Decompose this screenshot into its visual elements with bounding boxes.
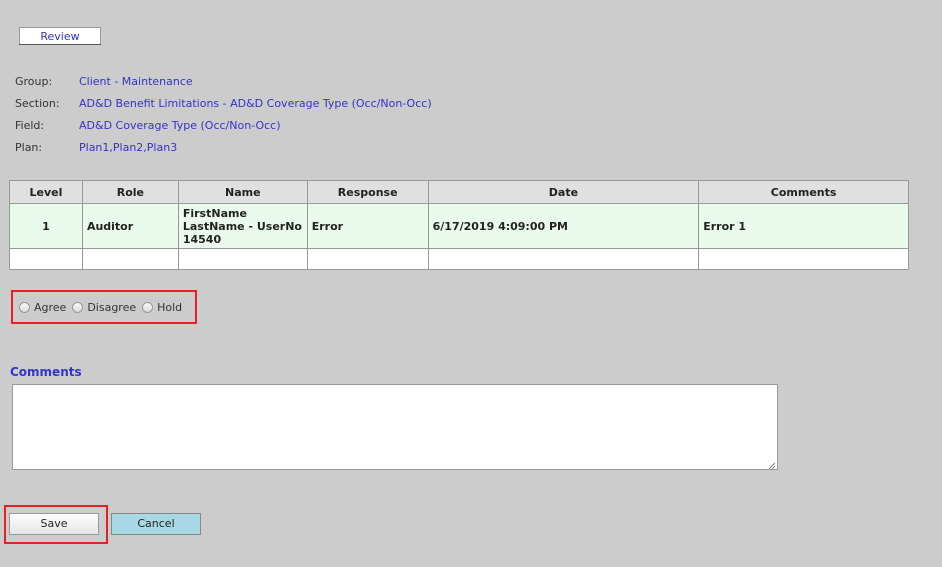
info-row-plan: Plan: Plan1,Plan2,Plan3 (15, 136, 432, 158)
hold-label: Hold (157, 300, 183, 314)
name-line-3: 14540 (182, 232, 222, 246)
disagree-label: Disagree (87, 300, 137, 314)
hold-radio[interactable] (142, 301, 154, 313)
decision-radio-group: Agree Disagree Hold (11, 290, 197, 324)
tab-underline (19, 44, 101, 45)
group-value: Client - Maintenance (79, 74, 193, 88)
comments-textarea[interactable] (12, 384, 778, 470)
empty-cell (177, 248, 308, 270)
group-label: Group: (15, 74, 53, 88)
field-value: AD&D Coverage Type (Occ/Non-Occ) (79, 118, 281, 132)
review-history-table: Level Role Name Response Date Comments 1… (9, 180, 909, 270)
section-value: AD&D Benefit Limitations - AD&D Coverage… (79, 96, 432, 110)
header-comments: Comments (698, 180, 909, 204)
agree-option[interactable]: Agree (19, 301, 66, 314)
field-label: Field: (15, 118, 45, 132)
info-row-section: Section: AD&D Benefit Limitations - AD&D… (15, 92, 432, 114)
header-response: Response (306, 180, 429, 204)
header-level: Level (9, 180, 83, 204)
plan-value: Plan1,Plan2,Plan3 (79, 140, 178, 154)
save-button[interactable]: Save (9, 513, 99, 535)
info-row-field: Field: AD&D Coverage Type (Occ/Non-Occ) (15, 114, 432, 136)
agree-radio[interactable] (19, 301, 30, 313)
header-date: Date (427, 180, 700, 204)
name-line-2: LastName - UserNo (182, 219, 302, 233)
plan-label: Plan: (15, 140, 43, 154)
cancel-button[interactable]: Cancel (111, 513, 201, 535)
header-role: Role (81, 180, 179, 204)
cell-level: 1 (9, 203, 83, 249)
disagree-radio[interactable] (72, 301, 84, 313)
name-line-1: FirstName (182, 206, 247, 220)
cell-role: Auditor (81, 203, 179, 249)
header-name: Name (177, 180, 308, 204)
cell-response: Error (306, 203, 429, 249)
hold-option[interactable]: Hold (142, 301, 182, 314)
disagree-option[interactable]: Disagree (72, 301, 136, 314)
empty-cell (81, 248, 179, 270)
info-block: Group: Client - Maintenance Section: AD&… (15, 70, 432, 158)
section-label: Section: (15, 96, 60, 110)
empty-cell (9, 248, 83, 270)
empty-cell (698, 248, 909, 270)
info-row-group: Group: Client - Maintenance (15, 70, 432, 92)
table-row-empty (9, 248, 909, 270)
cell-comments: Error 1 (698, 203, 909, 249)
table-row: 1 Auditor FirstName LastName - UserNo 14… (9, 203, 909, 249)
comments-heading: Comments (10, 365, 82, 379)
agree-label: Agree (34, 300, 67, 314)
empty-cell (306, 248, 429, 270)
resize-grip-icon[interactable] (768, 460, 776, 470)
cell-name: FirstName LastName - UserNo 14540 (177, 203, 308, 249)
tab-review[interactable]: Review (19, 27, 101, 45)
empty-cell (427, 248, 700, 270)
cell-date: 6/17/2019 4:09:00 PM (427, 203, 700, 249)
table-header-row: Level Role Name Response Date Comments (9, 180, 909, 204)
